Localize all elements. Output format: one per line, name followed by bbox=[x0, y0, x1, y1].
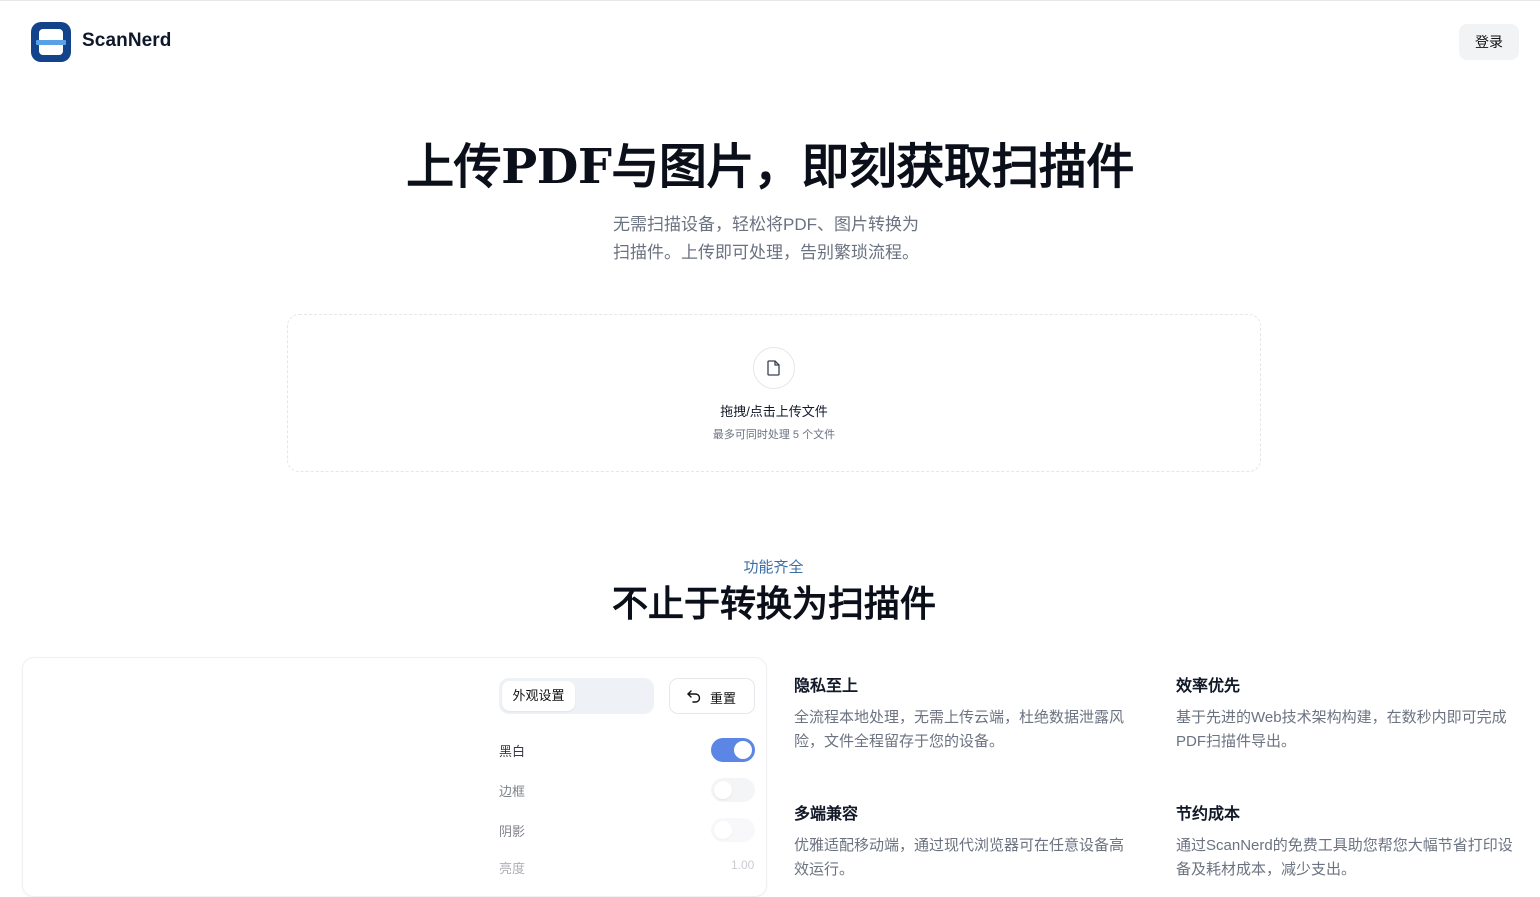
undo-icon bbox=[687, 690, 701, 703]
hero-subtitle-line-1: 无需扫描设备，轻松将PDF、图片转换为 bbox=[613, 215, 919, 234]
toggle-knob bbox=[734, 741, 752, 759]
feature-desc-cost: 通过ScanNerd的免费工具助您帮您大幅节省打印设备及耗材成本，减少支出。 bbox=[1176, 837, 1513, 878]
hero-title: 上传PDF与图片，即刻获取扫描件 bbox=[406, 139, 1134, 195]
feature-title-compatibility: 多端兼容 bbox=[794, 806, 859, 823]
upload-hint: 最多可同时处理 5 个文件 bbox=[712, 429, 836, 441]
upload-dropzone[interactable]: 拖拽/点击上传文件 最多可同时处理 5 个文件 bbox=[287, 314, 1261, 472]
file-icon bbox=[767, 360, 780, 376]
features-title: 不止于转换为扫描件 bbox=[611, 583, 936, 625]
settings-preview-card: 外观设置 重置 黑白 边框 阴影 亮度 1.00 bbox=[22, 657, 767, 897]
upload-title: 拖拽/点击上传文件 bbox=[720, 404, 828, 419]
option-label-grayscale: 黑白 bbox=[499, 744, 526, 759]
hero-subtitle: 无需扫描设备，轻松将PDF、图片转换为 扫描件。上传即可处理，告别繁琐流程。 bbox=[613, 211, 973, 267]
brand-name[interactable]: ScanNerd bbox=[82, 30, 172, 52]
hero-subtitle-line-2: 扫描件。上传即可处理，告别繁琐流程。 bbox=[613, 243, 919, 262]
toggle-knob bbox=[714, 781, 732, 799]
feature-desc-efficiency: 基于先进的Web技术架构构建，在数秒内即可完成PDF扫描件导出。 bbox=[1176, 709, 1507, 750]
tab-appearance-settings[interactable]: 外观设置 bbox=[502, 681, 575, 711]
feature-title-efficiency: 效率优先 bbox=[1176, 678, 1241, 695]
option-label-brightness: 亮度 bbox=[499, 861, 526, 876]
feature-title-cost: 节约成本 bbox=[1176, 806, 1241, 823]
grayscale-toggle[interactable] bbox=[711, 738, 755, 762]
feature-desc-compatibility: 优雅适配移动端，通过现代浏览器可在任意设备高效运行。 bbox=[794, 837, 1125, 878]
logo-scan-bar bbox=[36, 40, 66, 45]
scanner-logo-icon[interactable] bbox=[31, 22, 71, 62]
option-label-shadow: 阴影 bbox=[499, 824, 526, 839]
upload-icon-circle bbox=[753, 347, 795, 389]
login-button[interactable]: 登录 bbox=[1459, 24, 1519, 60]
toggle-knob bbox=[714, 821, 732, 839]
shadow-toggle[interactable] bbox=[711, 818, 755, 842]
settings-tabs: 外观设置 bbox=[499, 678, 654, 714]
feature-title-privacy: 隐私至上 bbox=[794, 678, 859, 695]
reset-button[interactable]: 重置 bbox=[669, 678, 755, 714]
brightness-value: 1.00 bbox=[731, 858, 755, 872]
features-eyebrow: 功能齐全 bbox=[743, 559, 804, 576]
feature-desc-privacy: 全流程本地处理，无需上传云端，杜绝数据泄露风险，文件全程留存于您的设备。 bbox=[794, 709, 1125, 750]
option-label-border: 边框 bbox=[499, 784, 526, 799]
reset-button-label: 重置 bbox=[710, 691, 737, 706]
border-toggle[interactable] bbox=[711, 778, 755, 802]
top-divider bbox=[0, 0, 1540, 1]
